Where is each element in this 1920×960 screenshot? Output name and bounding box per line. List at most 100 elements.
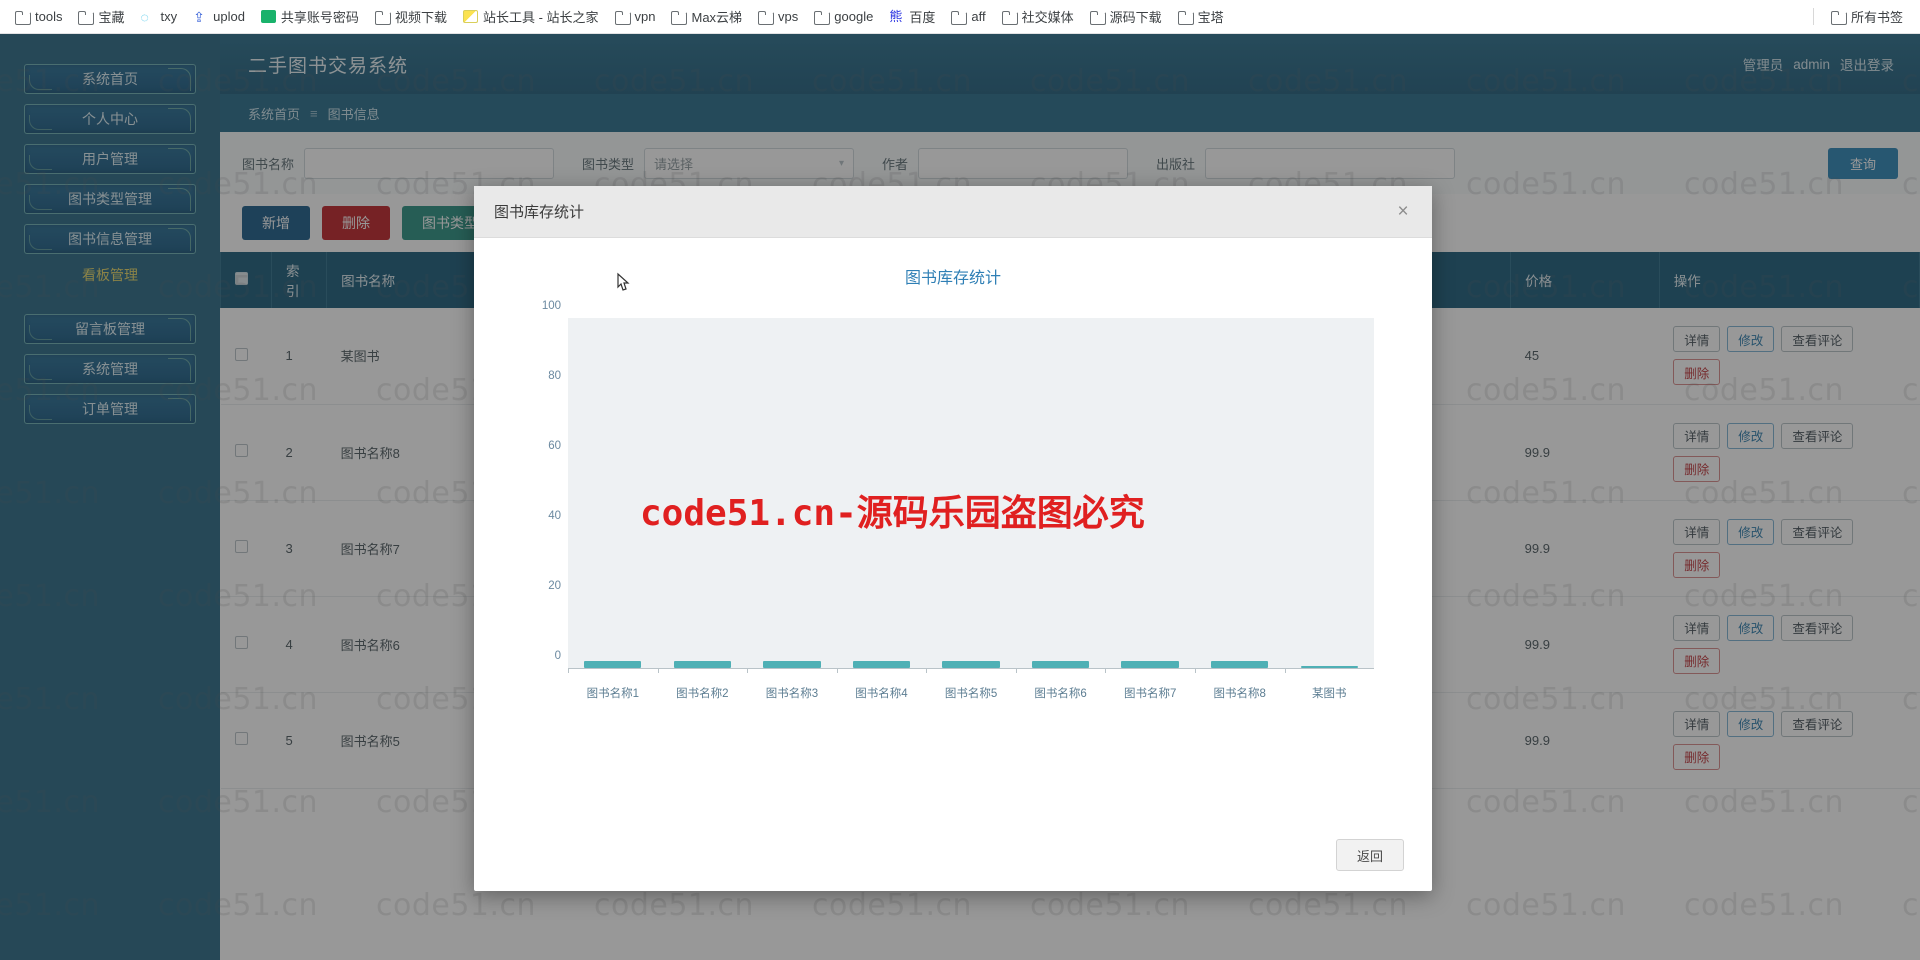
bookmark-divider — [1812, 8, 1814, 25]
folder-icon — [15, 10, 31, 25]
chart-x-tick-label: 图书名称2 — [676, 688, 729, 700]
chart-y-tick-label: 0 — [554, 650, 561, 662]
chart-bar-cell — [1105, 318, 1195, 673]
bookmark-label: tools — [35, 9, 63, 24]
bookmark-list: tools 宝藏 ◌ txy ⇪ uplod 共享账号密码 视频下载 站长工具 - 站长之家 vp… — [8, 4, 1233, 29]
chart-y-tick-label: 40 — [548, 510, 561, 522]
back-button[interactable]: 返回 — [1335, 839, 1404, 871]
chart-bar[interactable] — [1121, 661, 1179, 668]
chart-bar[interactable] — [942, 661, 1000, 668]
chart-bar-cell — [1015, 318, 1106, 673]
bookmark-item[interactable]: 共享账号密码 — [254, 4, 366, 29]
bookmark-label: 社交媒体 — [1021, 10, 1074, 25]
bookmark-item[interactable]: 宝塔 — [1171, 4, 1231, 29]
folder-icon — [374, 10, 391, 25]
chart-axis-tick — [657, 668, 659, 673]
bookmark-item[interactable]: tools — [8, 6, 69, 27]
folder-icon — [671, 10, 688, 25]
chart-bar[interactable] — [584, 661, 642, 668]
bookmark-item[interactable]: ◌ txy — [133, 6, 184, 27]
chart-y-tick-label: 80 — [548, 370, 561, 382]
bookmark-item[interactable]: ⇪ uplod — [186, 6, 252, 27]
chart-bar[interactable] — [852, 661, 911, 668]
chart-axis-tick — [1194, 668, 1196, 673]
cloud-icon: ◌ — [140, 8, 149, 25]
chart-x-axis-labels: 图书名称1 图书名称2 图书名称3 图书名称4 图书名称5 图书名称6 图书名称7 图书名称8… — [568, 685, 1374, 701]
chart-x-tick-label: 图书名称6 — [1034, 688, 1087, 700]
chart-x-tick-label: 某图书 — [1312, 688, 1347, 700]
baidu-icon: 熊 — [889, 8, 903, 24]
chart-plot-area: 0 20 40 60 80 100 — [542, 300, 1375, 673]
chart-bar[interactable] — [1300, 666, 1358, 668]
modal-body: 图书库存统计 0 20 40 60 80 100 图书名称1 图书名称2 图书名称3 图书名称4… — [474, 238, 1432, 819]
folder-icon — [1830, 10, 1847, 25]
bookmark-label: vpn — [634, 9, 656, 24]
chart-bar-cell — [747, 318, 837, 673]
bookmark-label: 宝藏 — [98, 10, 125, 25]
stock-statistics-modal: 图书库存统计 × 图书库存统计 0 20 40 60 80 100 图书名称1 图书名称2 图… — [474, 186, 1432, 891]
application-window: code51.cncode51.cncode51.cncode51.cncode… — [0, 34, 1920, 960]
chart-x-tick-label: 图书名称7 — [1123, 688, 1177, 700]
folder-icon — [614, 10, 631, 25]
folder-icon — [951, 10, 968, 25]
chart-axis-tick — [836, 668, 838, 673]
chart-bar[interactable] — [763, 661, 821, 668]
bookmark-label: Max云梯 — [691, 10, 743, 25]
bookmark-label: aff — [971, 9, 986, 24]
bookmark-label: txy — [160, 9, 178, 24]
chart-x-tick-label: 图书名称1 — [586, 688, 639, 700]
bookmark-label: 百度 — [909, 10, 936, 25]
chart-axis-tick — [926, 668, 928, 673]
chart-axis-tick — [747, 668, 749, 673]
chart-bar-cell — [657, 318, 748, 673]
bookmark-item[interactable]: aff — [944, 6, 992, 27]
chart-x-tick-label: 图书名称3 — [765, 688, 819, 700]
bookmark-label: 视频下载 — [394, 10, 447, 25]
bookmark-label: 站长工具 - 站长之家 — [482, 10, 599, 25]
browser-bookmark-bar: tools 宝藏 ◌ txy ⇪ uplod 共享账号密码 视频下载 站长工具 - 站长之家 vp… — [0, 0, 1920, 34]
chart-x-tick-label: 图书名称4 — [855, 688, 908, 700]
folder-icon — [814, 10, 831, 25]
chart-bar-cell — [1284, 318, 1375, 673]
chart-axis-tick — [1015, 668, 1017, 673]
bookmark-item[interactable]: 视频下载 — [368, 4, 454, 29]
folder-icon — [78, 10, 95, 25]
chart-title: 图书库存统计 — [904, 270, 1001, 287]
modal-header: 图书库存统计 × — [474, 186, 1432, 238]
folder-icon — [1177, 10, 1194, 25]
bookmark-item[interactable]: vps — [751, 6, 805, 27]
chart-x-tick-label: 图书名称5 — [944, 688, 998, 700]
chart-axis-tick — [1105, 668, 1107, 673]
bookmark-item[interactable]: 宝藏 — [71, 4, 131, 29]
bookmark-label: 共享账号密码 — [280, 10, 359, 25]
bookmark-label: 宝塔 — [1197, 10, 1224, 25]
chart-y-tick-label: 60 — [548, 440, 561, 452]
bookmark-item[interactable]: 社交媒体 — [995, 4, 1081, 29]
modal-title: 图书库存统计 — [494, 204, 585, 221]
folder-icon — [1001, 10, 1018, 25]
chart-y-tick-label: 20 — [548, 580, 561, 592]
bookmark-item[interactable]: 站长工具 - 站长之家 — [456, 4, 606, 29]
bookmark-item[interactable]: Max云梯 — [664, 4, 749, 29]
bookmark-item[interactable]: google — [807, 6, 880, 27]
all-bookmarks-button[interactable]: 所有书签 — [1824, 4, 1910, 29]
chart-bar[interactable] — [1211, 661, 1269, 668]
sheet-icon — [260, 10, 276, 23]
bookmark-label: vps — [778, 9, 799, 24]
chart-bar[interactable] — [1031, 661, 1090, 668]
tool-icon — [462, 10, 478, 23]
bookmark-label: 源码下载 — [1109, 10, 1162, 25]
chart-bar[interactable] — [673, 661, 731, 668]
upload-icon: ⇪ — [193, 8, 205, 25]
chart-bar-cell — [1194, 318, 1285, 673]
chart-bars — [568, 318, 1375, 673]
chart-axis-tick — [1284, 668, 1286, 673]
bookmark-item[interactable]: 源码下载 — [1083, 4, 1169, 29]
chart-axis-tick — [568, 668, 569, 673]
bookmark-item[interactable]: 熊百度 — [882, 4, 942, 29]
bookmark-item[interactable]: vpn — [608, 6, 663, 27]
bookmark-label: uplod — [213, 9, 245, 24]
modal-footer: 返回 — [474, 819, 1432, 891]
chart-bar-cell — [926, 318, 1016, 673]
close-icon[interactable]: × — [1390, 198, 1416, 224]
